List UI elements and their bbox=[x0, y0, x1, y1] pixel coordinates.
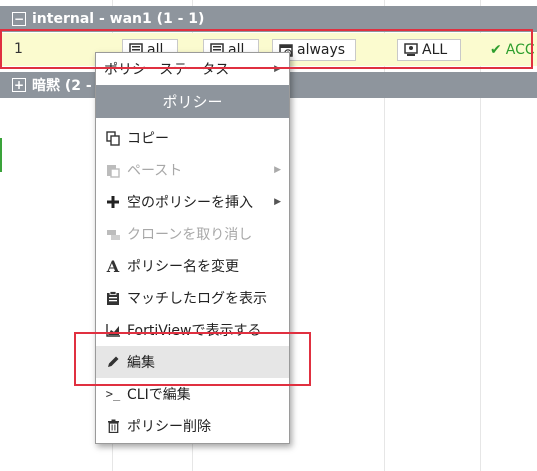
menu-item-policy-status[interactable]: ポリシーステータス ▶ bbox=[96, 53, 289, 85]
menu-item-paste[interactable]: ペースト ▶ bbox=[96, 154, 289, 186]
trash-icon bbox=[104, 419, 122, 433]
schedule-label: always bbox=[297, 42, 346, 58]
policy-id: 1 bbox=[14, 41, 23, 57]
menu-item-label: 編集 bbox=[127, 355, 155, 371]
menu-item-label: FortiViewで表示する bbox=[127, 323, 262, 339]
paste-icon bbox=[104, 163, 122, 178]
menu-item-cancel-clone[interactable]: クローンを取り消し bbox=[96, 218, 289, 250]
context-menu: ポリシーステータス ▶ ポリシー コピー ペースト ▶ 空のポリシーを挿入 ▶ … bbox=[95, 52, 290, 444]
log-icon bbox=[104, 290, 122, 306]
service-chip[interactable]: ALL bbox=[397, 39, 461, 61]
group-label: internal - wan1 (1 - 1) bbox=[32, 11, 205, 27]
action-accept: ✔ ACC bbox=[490, 42, 535, 58]
menu-item-label: CLIで編集 bbox=[127, 387, 191, 403]
service-label: ALL bbox=[422, 42, 448, 58]
menu-item-label: ポリシー名を変更 bbox=[127, 259, 239, 275]
menu-item-label: ポリシーステータス bbox=[104, 62, 230, 78]
column-divider bbox=[384, 0, 385, 471]
menu-item-label: ポリシー削除 bbox=[127, 419, 211, 435]
menu-item-copy[interactable]: コピー bbox=[96, 122, 289, 154]
chart-icon bbox=[104, 323, 122, 337]
menu-section-header: ポリシー bbox=[96, 85, 289, 118]
service-icon bbox=[404, 43, 418, 57]
action-label: ACC bbox=[505, 42, 535, 58]
terminal-icon: >_ bbox=[105, 387, 121, 401]
menu-item-show-matching-logs[interactable]: マッチしたログを表示 bbox=[96, 282, 289, 314]
menu-item-rename-policy[interactable]: A ポリシー名を変更 bbox=[96, 250, 289, 282]
menu-item-label: コピー bbox=[127, 131, 169, 147]
collapse-icon[interactable]: − bbox=[12, 12, 26, 26]
menu-item-edit-in-cli[interactable]: >_ CLIで編集 bbox=[96, 378, 289, 410]
menu-item-label: クローンを取り消し bbox=[127, 227, 253, 243]
menu-item-show-in-fortiview[interactable]: FortiViewで表示する bbox=[96, 314, 289, 346]
menu-item-edit[interactable]: 編集 bbox=[96, 346, 289, 378]
clone-icon bbox=[104, 227, 122, 242]
menu-item-delete-policy[interactable]: ポリシー削除 bbox=[96, 410, 289, 442]
menu-item-label: ペースト bbox=[127, 163, 183, 179]
expand-icon[interactable]: + bbox=[12, 78, 26, 92]
status-indicator bbox=[0, 138, 2, 172]
menu-item-insert-empty-policy[interactable]: 空のポリシーを挿入 ▶ bbox=[96, 186, 289, 218]
submenu-arrow-icon: ▶ bbox=[274, 165, 281, 175]
submenu-arrow-icon: ▶ bbox=[274, 197, 281, 207]
plus-icon bbox=[104, 195, 122, 209]
column-divider bbox=[480, 0, 481, 471]
checkmark-icon: ✔ bbox=[490, 42, 502, 58]
copy-icon bbox=[104, 130, 122, 146]
rename-icon: A bbox=[106, 256, 120, 276]
policy-group-header[interactable]: − internal - wan1 (1 - 1) bbox=[0, 6, 537, 32]
submenu-arrow-icon: ▶ bbox=[274, 64, 281, 74]
menu-item-label: 空のポリシーを挿入 bbox=[127, 195, 253, 211]
pencil-icon bbox=[104, 355, 122, 369]
menu-item-label: マッチしたログを表示 bbox=[127, 291, 267, 307]
